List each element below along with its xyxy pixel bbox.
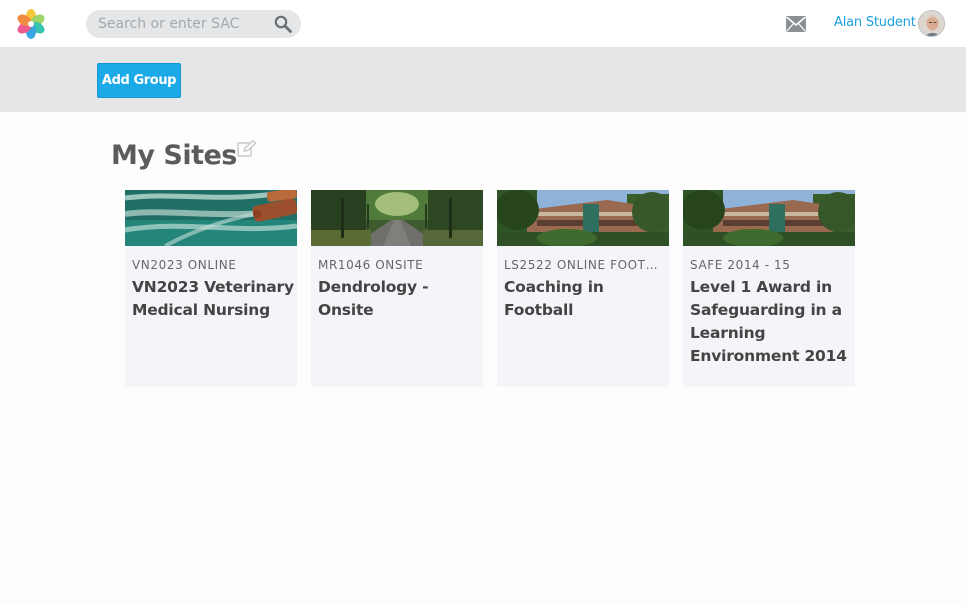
- site-code: LS2522 ONLINE FOOTBALL: [504, 258, 664, 272]
- site-name[interactable]: Coaching in Football: [504, 276, 666, 322]
- site-card[interactable]: MR1046 ONSITE Dendrology - Onsite: [311, 190, 483, 387]
- site-thumbnail-image: [125, 190, 297, 246]
- site-name[interactable]: VN2023 Veterinary Medical Nursing: [132, 276, 294, 322]
- site-name[interactable]: Level 1 Award in Safeguarding in a Learn…: [690, 276, 852, 368]
- search-box: [86, 10, 301, 38]
- search-input[interactable]: [98, 14, 268, 34]
- edit-icon[interactable]: [237, 140, 257, 158]
- site-code: VN2023 ONLINE: [132, 258, 237, 272]
- site-card[interactable]: LS2522 ONLINE FOOTBALL Coaching in Footb…: [497, 190, 669, 387]
- site-thumbnail-image: [683, 190, 855, 246]
- site-code: SAFE 2014 - 15: [690, 258, 791, 272]
- site-card[interactable]: SAFE 2014 - 15 Level 1 Award in Safeguar…: [683, 190, 855, 387]
- app-logo-icon[interactable]: [16, 9, 46, 39]
- site-thumbnail-image: [497, 190, 669, 246]
- avatar[interactable]: [918, 10, 945, 37]
- site-code: MR1046 ONSITE: [318, 258, 424, 272]
- site-thumbnail-image: [311, 190, 483, 246]
- page-title: My Sites: [111, 140, 237, 171]
- user-avatar-icon: [919, 11, 944, 36]
- top-navbar: Alan Student: [0, 0, 966, 48]
- action-bar: Add Group: [0, 48, 966, 112]
- site-card[interactable]: VN2023 ONLINE VN2023 Veterinary Medical …: [125, 190, 297, 387]
- site-name[interactable]: Dendrology - Onsite: [318, 276, 480, 322]
- user-menu-link[interactable]: Alan Student: [834, 15, 916, 30]
- mail-icon[interactable]: [786, 16, 806, 32]
- search-icon[interactable]: [274, 15, 292, 33]
- add-group-button[interactable]: Add Group: [97, 63, 181, 98]
